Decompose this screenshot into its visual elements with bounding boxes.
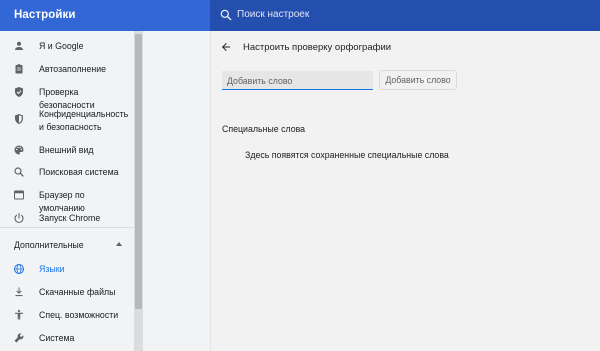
sidebar-item-label: Поисковая система [39, 167, 119, 177]
sidebar-item-languages[interactable]: Языки [0, 262, 134, 276]
wrench-icon [14, 333, 24, 343]
sidebar-item-label: Спец. возможности [39, 310, 119, 320]
power-icon [14, 212, 24, 223]
empty-state-message: Здесь появятся сохраненные специальные с… [245, 150, 449, 160]
browser-icon [14, 190, 24, 200]
add-word-field[interactable] [222, 71, 373, 90]
sidebar-item-autofill[interactable]: Автозаполнение [0, 62, 134, 76]
accessibility-icon [15, 309, 23, 320]
download-icon [15, 287, 23, 297]
sidebar-item-label: Внешний вид [39, 145, 94, 155]
sidebar-item-privacy[interactable]: Конфиденциальность и безопасность [0, 107, 134, 135]
sidebar-item-label: Автозаполнение [39, 64, 107, 74]
sidebar-item-you-and-google[interactable]: Я и Google [0, 39, 134, 53]
sidebar-item-downloads[interactable]: Скачанные файлы [0, 285, 134, 299]
sidebar-item-system[interactable]: Система [0, 331, 134, 345]
globe-icon [14, 264, 24, 274]
back-arrow-icon[interactable] [220, 41, 232, 53]
top-bar: Настройки Поиск настроек [0, 0, 600, 31]
search-icon [14, 167, 24, 177]
sidebar-item-appearance[interactable]: Внешний вид [0, 143, 134, 157]
sidebar-item-label: Я и Google [39, 41, 84, 51]
sidebar-item-label: Скачанные файлы [39, 287, 116, 297]
sidebar-item-search-engine[interactable]: Поисковая система [0, 165, 134, 179]
shield-icon [15, 114, 23, 124]
sidebar-item-label: Конфиденциальность и безопасность [39, 109, 129, 132]
sidebar-item-on-startup[interactable]: Запуск Chrome [0, 211, 134, 225]
chevron-up-icon [116, 242, 122, 246]
palette-icon [14, 145, 24, 155]
search-bar[interactable]: Поиск настроек [210, 0, 600, 31]
search-input[interactable]: Поиск настроек [237, 9, 309, 20]
sidebar-divider [0, 227, 134, 228]
person-icon [15, 41, 23, 50]
add-word-button[interactable]: Добавить слово [379, 70, 457, 90]
add-word-input[interactable] [222, 72, 373, 90]
app-title: Настройки [14, 9, 76, 21]
sidebar-item-default-browser[interactable]: Браузер по умолчанию [0, 188, 134, 213]
advanced-label: Дополнительные [14, 240, 84, 250]
sidebar-item-label: Языки [39, 264, 65, 274]
clipboard-icon [15, 64, 23, 74]
search-icon [220, 9, 232, 21]
sidebar-item-label: Запуск Chrome [39, 213, 101, 223]
sidebar-item-accessibility[interactable]: Спец. возможности [0, 308, 134, 322]
scrollbar-thumb[interactable] [135, 34, 142, 309]
shield-check-icon [15, 87, 23, 97]
section-title: Специальные слова [222, 124, 306, 134]
page-title: Настроить проверку орфографии [243, 42, 392, 53]
sidebar-item-label: Система [39, 333, 75, 343]
sidebar-item-safety-check[interactable]: Проверка безопасности [0, 85, 134, 110]
sidebar-scrollbar[interactable] [134, 31, 143, 351]
